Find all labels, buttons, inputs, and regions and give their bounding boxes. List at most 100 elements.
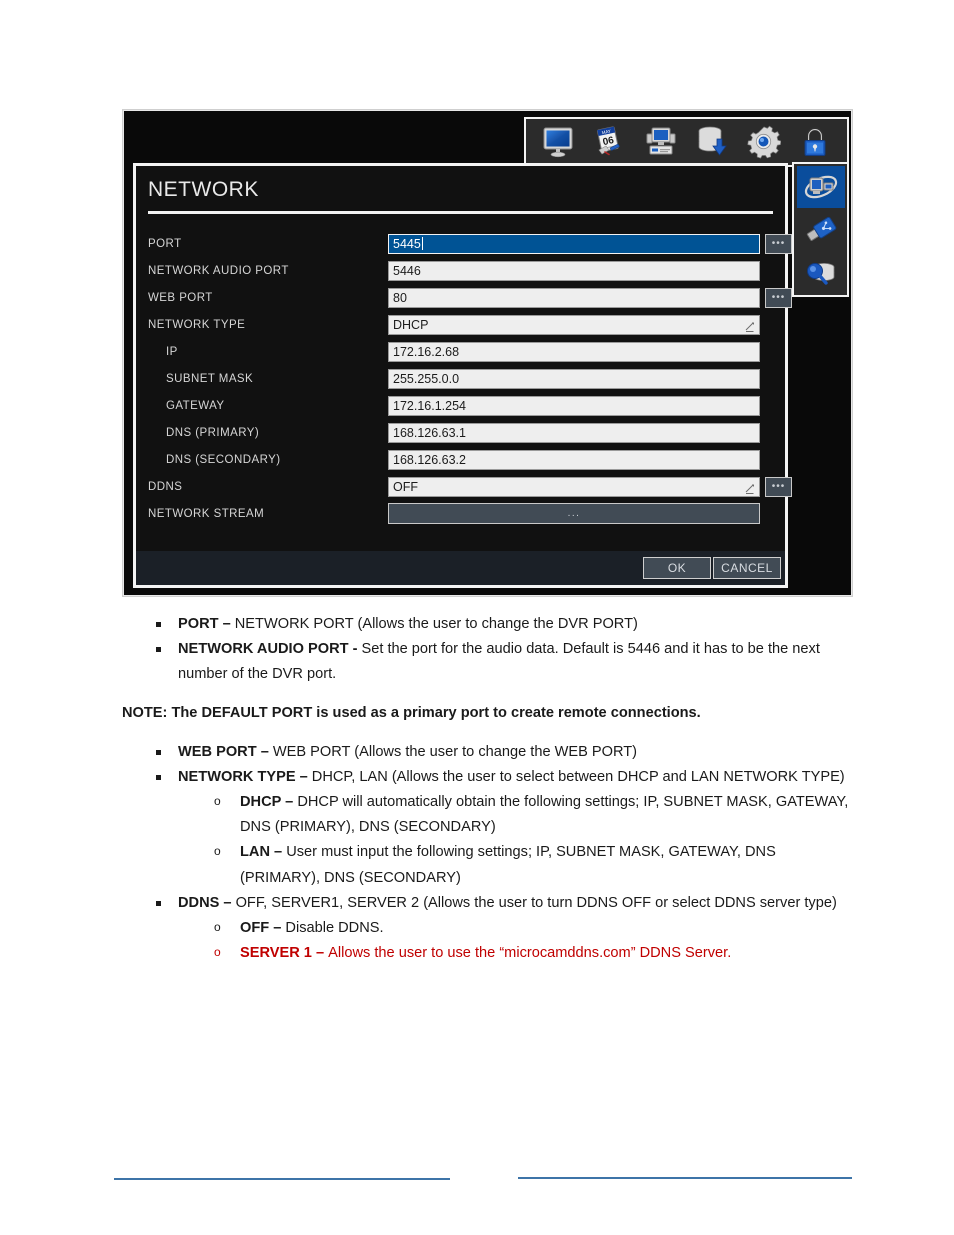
settings-row: DNS (PRIMARY) 168.126.63.1 [148,419,777,446]
text-cursor [421,237,423,250]
text-field[interactable]: 80 [388,287,760,308]
list-item: DDNS – OFF, SERVER1, SERVER 2 (Allows th… [152,891,859,916]
dvr-top-toolbar: MAY 06 [524,117,849,167]
dropdown-field[interactable]: DHCP [388,314,760,335]
list-item: WEB PORT – WEB PORT (Allows the user to … [152,740,859,765]
sub-list-item: LAN – User must input the following sett… [210,840,859,890]
ok-button[interactable]: OK [643,557,711,579]
cancel-button[interactable]: CANCEL [713,557,781,579]
settings-row: NETWORK STREAM... [148,500,777,527]
bullet-text: WEB PORT (Allows the user to change the … [272,744,638,761]
sub-text: Allows the user to use the “microcamddns… [328,944,732,961]
ellipsis-button[interactable]: ••• [765,233,792,254]
field-value: DHCP [393,317,429,332]
backup-database-icon[interactable] [693,123,731,161]
field-label: PORT [148,237,182,250]
ellipsis-button[interactable]: ••• [765,287,792,308]
sub-text: DHCP will automatically obtain the follo… [240,794,849,836]
sub-list-item-highlighted: SERVER 1 – Allows the user to use the “m… [210,941,859,966]
document-page: MAY 06 NETWORK PORT 5445 ••• NETWORK AUD… [0,0,954,1235]
list-item: NETWORK AUDIO PORT - Set the port for th… [152,637,859,687]
field-label: DNS (PRIMARY) [166,426,260,439]
settings-row: DNS (SECONDARY) 168.126.63.2 [148,446,777,473]
sub-list-item: DHCP – DHCP will automatically obtain th… [210,790,859,840]
settings-row: SUBNET MASK 255.255.0.0 [148,365,777,392]
dropdown-field[interactable]: OFF [388,476,760,497]
sidebar-item-storage-search[interactable] [797,252,845,294]
field-label: NETWORK STREAM [148,507,265,520]
text-field[interactable]: 168.126.63.2 [388,449,760,470]
sub-term: DHCP – [240,794,298,811]
bullet-text: OFF, SERVER1, SERVER 2 (Allows the user … [235,894,837,911]
bullet-term: DDNS – [178,894,236,911]
camera-device-icon[interactable] [642,123,680,161]
system-gear-icon[interactable] [745,123,783,161]
sidebar-item-usb[interactable] [797,209,845,251]
dvr-side-tab-strip [792,162,849,297]
sub-text: Disable DDNS. [285,919,384,936]
security-lock-icon[interactable] [796,123,834,161]
dialog-footer: OK CANCEL [136,551,785,585]
field-value: 168.126.63.2 [393,452,466,467]
sub-term: OFF – [240,919,286,936]
field-value: 80 [393,290,407,305]
field-label: DNS (SECONDARY) [166,453,281,466]
text-field[interactable]: 172.16.2.68 [388,341,760,362]
text-field[interactable]: 255.255.0.0 [388,368,760,389]
field-label: SUBNET MASK [166,372,254,385]
bullet-term: PORT – [178,616,235,632]
field-value: 5446 [393,263,421,278]
dropdown-corner-icon [745,322,754,332]
network-settings-dialog: NETWORK PORT 5445 ••• NETWORK AUDIO PORT 544… [133,163,792,588]
field-label: DDNS [148,480,183,493]
sub-term: SERVER 1 – [240,944,329,961]
settings-row: WEB PORT 80 ••• [148,284,792,311]
bullet-term: NETWORK TYPE – [178,769,312,786]
text-field[interactable]: 5446 [388,260,760,281]
field-value: 168.126.63.1 [393,425,466,440]
text-field[interactable]: 168.126.63.1 [388,422,760,443]
bullet-text: NETWORK PORT (Allows the user to change … [234,616,638,632]
settings-row: NETWORK TYPE DHCP [148,311,777,338]
document-body: PORT – NETWORK PORT (Allows the user to … [0,612,954,966]
schedule-calendar-icon[interactable]: MAY 06 [590,123,628,161]
settings-row: NETWORK AUDIO PORT 5446 [148,257,777,284]
footer-rule-left [114,1178,450,1180]
sub-text: User must input the following settings; … [240,844,776,886]
page-title: NETWORK [148,178,259,201]
field-label: WEB PORT [148,291,213,304]
settings-row: DDNS OFF ••• [148,473,792,500]
network-stream-button[interactable]: ... [388,503,760,524]
sub-list-item: OFF – Disable DDNS. [210,916,859,941]
field-label: NETWORK TYPE [148,318,246,331]
footer-rule-right [518,1177,852,1179]
dropdown-corner-icon [745,484,754,494]
bullet-term: NETWORK AUDIO PORT - [178,641,362,658]
field-value: OFF [393,479,418,494]
list-item: PORT – NETWORK PORT (Allows the user to … [152,612,859,637]
ellipsis-button[interactable]: ••• [765,476,792,497]
field-label: GATEWAY [166,399,225,412]
sidebar-item-network[interactable] [796,166,845,208]
field-label: NETWORK AUDIO PORT [148,264,289,277]
bullet-text: DHCP, LAN (Allows the user to select bet… [311,769,845,786]
field-label: IP [166,345,178,358]
list-item: NETWORK TYPE – DHCP, LAN (Allows the use… [152,765,859,790]
settings-row: GATEWAY 172.16.1.254 [148,392,777,419]
field-value: 255.255.0.0 [393,371,460,386]
sub-term: LAN – [240,844,287,861]
title-divider [148,211,773,214]
dvr-screen: MAY 06 NETWORK PORT 5445 ••• NETWORK AUD… [124,111,851,595]
dvr-screenshot-frame: MAY 06 NETWORK PORT 5445 ••• NETWORK AUD… [123,110,852,596]
settings-row: PORT 5445 ••• [148,230,792,257]
display-monitor-icon[interactable] [539,123,577,161]
field-value: 5445 [393,236,421,251]
settings-form: PORT 5445 ••• NETWORK AUDIO PORT 5446 WEB POR… [136,230,792,527]
bullet-term: WEB PORT – [178,744,273,761]
field-value: 172.16.2.68 [393,344,460,359]
text-field[interactable]: 172.16.1.254 [388,395,760,416]
field-value: 172.16.1.254 [393,398,466,413]
note-paragraph: NOTE: The DEFAULT PORT is used as a prim… [122,705,701,722]
text-field[interactable]: 5445 [388,233,760,254]
settings-row: IP 172.16.2.68 [148,338,777,365]
